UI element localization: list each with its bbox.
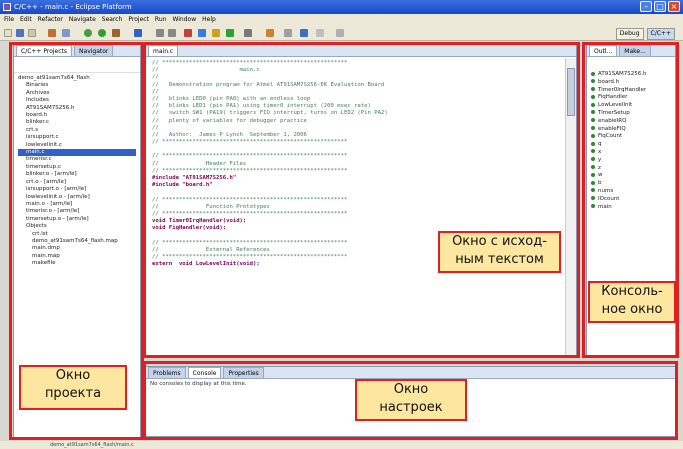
menu-edit[interactable]: Edit bbox=[20, 14, 32, 25]
menu-navigate[interactable]: Navigate bbox=[69, 14, 96, 25]
bookmark-icon[interactable] bbox=[266, 29, 274, 37]
maximize-button[interactable]: □ bbox=[654, 1, 666, 12]
perspective-switcher: Debug C/C++ bbox=[615, 28, 675, 40]
external-tools-icon[interactable] bbox=[112, 29, 120, 37]
settings-annotation-line2: настроек bbox=[379, 400, 443, 415]
debug-icon[interactable] bbox=[84, 29, 92, 37]
menu-refactor[interactable]: Refactor bbox=[38, 14, 63, 25]
print-icon[interactable] bbox=[28, 29, 36, 37]
pin-icon[interactable] bbox=[336, 29, 344, 37]
eclipse-window: { "window": {"title": "C/C++ - main.c - … bbox=[0, 0, 683, 449]
last-edit-icon[interactable] bbox=[226, 29, 234, 37]
menu-project[interactable]: Project bbox=[128, 14, 149, 25]
title-bar: C/C++ - main.c - Eclipse Platform – □ × bbox=[0, 0, 683, 14]
menu-file[interactable]: File bbox=[4, 14, 14, 25]
perspective-debug[interactable]: Debug bbox=[615, 28, 644, 40]
history-icon[interactable] bbox=[316, 29, 324, 37]
minimize-button[interactable]: – bbox=[640, 1, 652, 12]
window-controls: – □ × bbox=[640, 1, 680, 12]
stop-icon[interactable] bbox=[184, 29, 192, 37]
toggle-mark-icon[interactable] bbox=[244, 29, 252, 37]
project-annotation-line2: проекта bbox=[44, 386, 102, 401]
editor-highlight-frame bbox=[143, 42, 580, 358]
status-bar: demo_at91sam7s64_flash/main.c bbox=[0, 441, 683, 449]
open-type-icon[interactable] bbox=[62, 29, 70, 37]
window-title: C/C++ - main.c - Eclipse Platform bbox=[14, 3, 132, 11]
menu-help[interactable]: Help bbox=[202, 14, 216, 25]
menu-run[interactable]: Run bbox=[155, 14, 167, 25]
eclipse-app-icon bbox=[3, 3, 11, 11]
menu-window[interactable]: Window bbox=[172, 14, 196, 25]
settings-annotation-line1: Окно bbox=[393, 382, 429, 397]
task-icon[interactable] bbox=[300, 29, 308, 37]
menu-bar: File Edit Refactor Navigate Search Proje… bbox=[0, 14, 683, 25]
next-annotation-icon[interactable] bbox=[198, 29, 206, 37]
navigate-icon[interactable] bbox=[284, 29, 292, 37]
prev-annotation-icon[interactable] bbox=[212, 29, 220, 37]
editor-annotation-line2: ным текстом bbox=[455, 252, 544, 267]
outline-annotation-line1: Консоль- bbox=[601, 284, 663, 299]
search-icon[interactable] bbox=[134, 29, 142, 37]
perspective-cpp[interactable]: C/C++ bbox=[646, 28, 675, 40]
editor-annotation: Окно с исход- ным текстом bbox=[438, 231, 561, 273]
new-icon[interactable] bbox=[4, 29, 12, 37]
main-toolbar: Debug C/C++ bbox=[0, 25, 683, 41]
project-annotation: Окно проекта bbox=[19, 365, 127, 410]
save-icon[interactable] bbox=[16, 29, 24, 37]
close-button[interactable]: × bbox=[668, 1, 680, 12]
menu-search[interactable]: Search bbox=[102, 14, 123, 25]
settings-annotation: Окно настроек bbox=[355, 379, 467, 421]
run-icon[interactable] bbox=[98, 29, 106, 37]
outline-annotation: Консоль- ное окно bbox=[588, 281, 676, 323]
outline-annotation-line2: ное окно bbox=[601, 302, 663, 317]
build-icon[interactable] bbox=[48, 29, 56, 37]
forward-icon[interactable] bbox=[168, 29, 176, 37]
project-annotation-line1: Окно bbox=[55, 368, 91, 383]
editor-annotation-line1: Окно с исход- bbox=[452, 234, 547, 249]
back-icon[interactable] bbox=[156, 29, 164, 37]
